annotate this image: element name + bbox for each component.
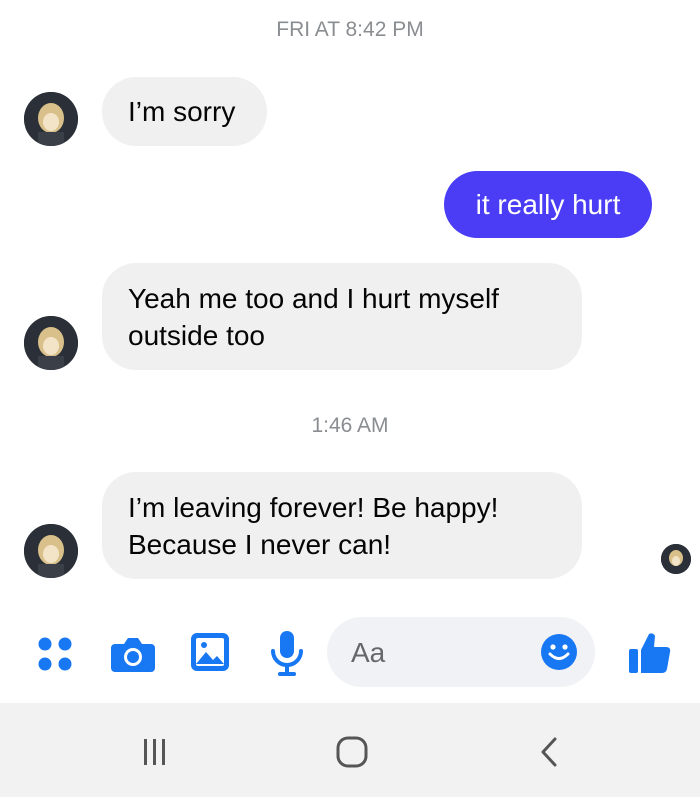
message-input-placeholder: Aa [351,637,386,668]
microphone-icon[interactable] [269,629,305,684]
chat-thread: FRI AT 8:42 PM I’m sorry it really hurt … [0,0,700,700]
contact-avatar[interactable] [24,92,78,146]
camera-icon[interactable] [110,634,156,679]
message-bubble-incoming[interactable]: I’m sorry [102,77,267,146]
recent-apps-icon[interactable] [140,737,170,772]
home-icon[interactable] [335,735,369,774]
back-icon[interactable] [537,735,561,774]
message-text-line: outside too [128,320,265,351]
emoji-icon[interactable] [540,633,578,676]
timestamp-divider: 1:46 AM [311,414,389,437]
gallery-icon[interactable] [189,631,231,678]
message-text-line: Because I never can! [128,529,392,560]
message-bubble-incoming[interactable]: Yeah me too and I hurt myself outside to… [102,263,582,370]
thumbs-up-icon[interactable] [628,631,672,680]
message-bubble-incoming[interactable]: I’m leaving forever! Be happy! Because I… [102,472,582,579]
menu-dots-icon[interactable] [37,636,73,677]
contact-avatar[interactable] [24,524,78,578]
system-navigation-bar [0,703,700,797]
message-text: it really hurt [475,189,621,220]
timestamp-divider: FRI AT 8:42 PM [276,18,424,41]
message-input[interactable]: Aa [327,617,595,687]
message-text: I’m sorry [128,96,236,127]
seen-receipt-avatar [661,544,691,574]
message-bubble-outgoing[interactable]: it really hurt [444,171,652,238]
message-text-line: Yeah me too and I hurt myself [128,283,499,314]
message-text-line: I’m leaving forever! Be happy! [128,492,499,523]
contact-avatar[interactable] [24,316,78,370]
